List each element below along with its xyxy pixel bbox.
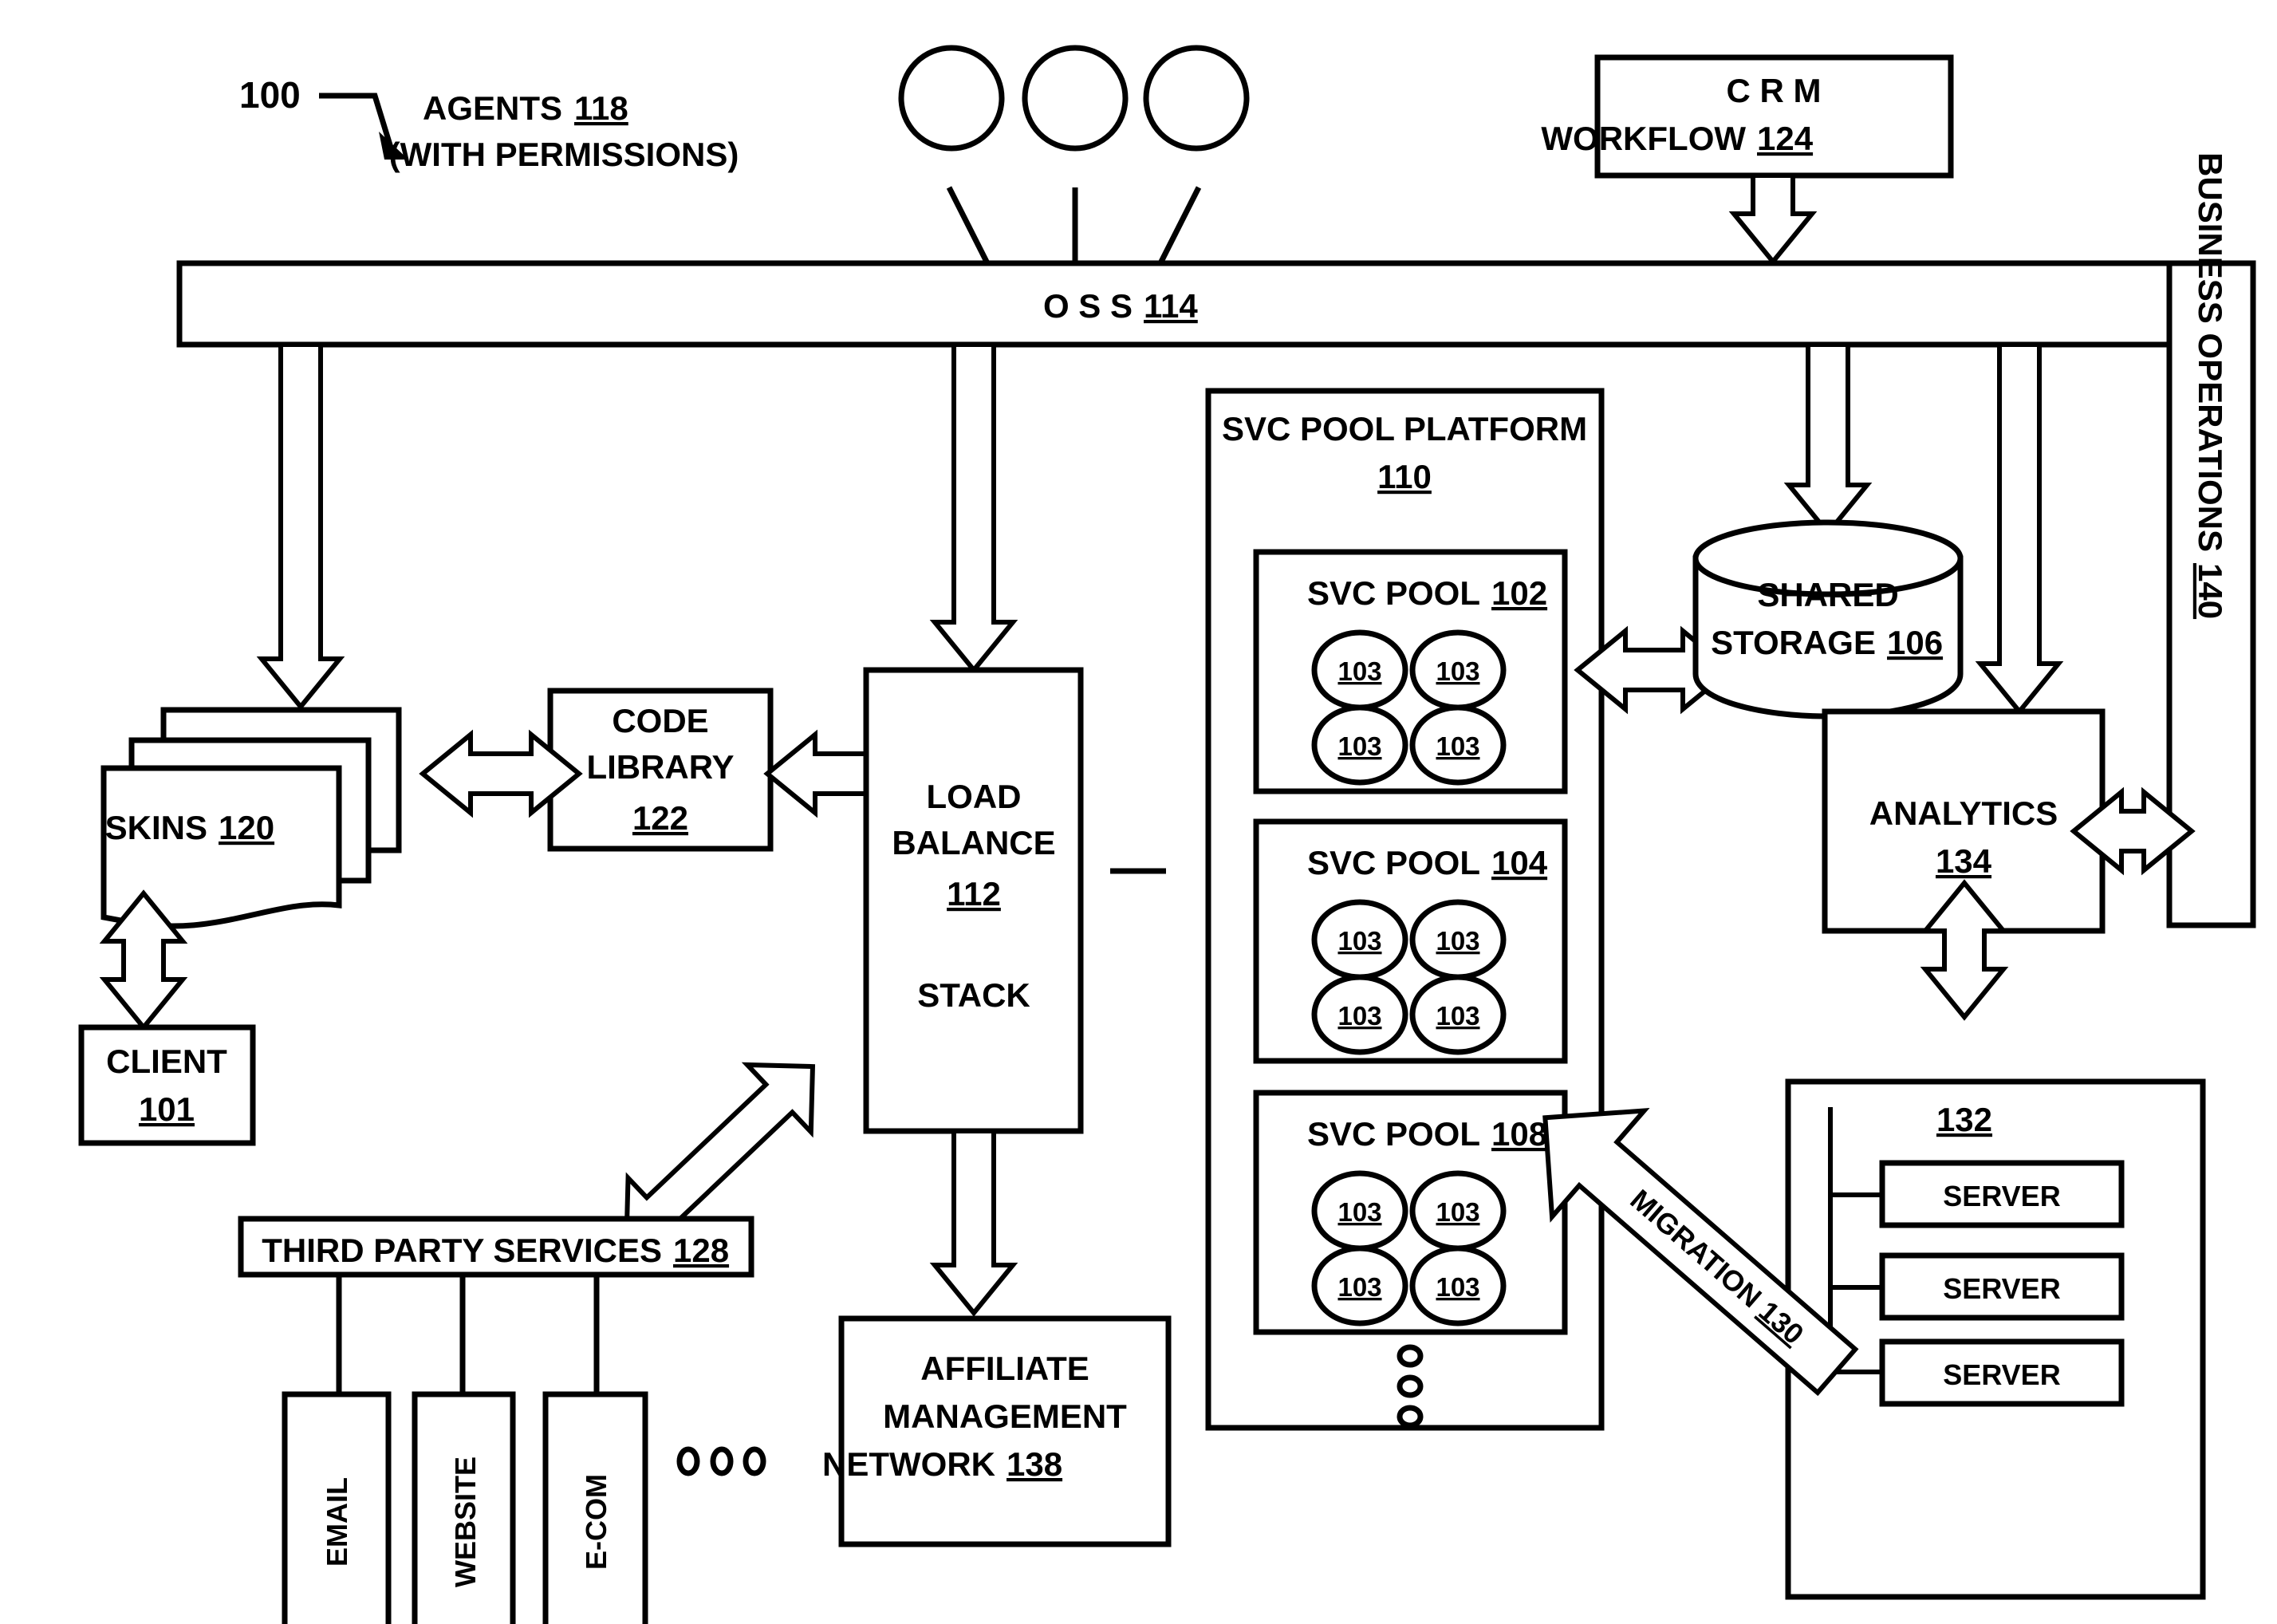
svc-node-label-1-0: 103 <box>1337 926 1381 956</box>
business-operations-ref: 140 <box>2192 563 2229 619</box>
oss-loadbalance-arrow <box>929 342 1018 674</box>
loadbalance-affiliate-arrow <box>929 1129 1018 1317</box>
affiliate-line2: MANAGEMENT <box>883 1397 1127 1435</box>
oss-storage-arrow <box>1783 342 1873 537</box>
agent-connector-3 <box>1157 186 1202 265</box>
agents-label-ref: 118 <box>574 89 628 127</box>
shared-storage-ref: 106 <box>1887 624 1943 661</box>
third-party-ellipsis-dot-1 <box>676 1446 700 1476</box>
oss-label: O S S <box>1043 287 1133 325</box>
load-balance-line3: STACK <box>917 976 1030 1014</box>
skins-ref: 120 <box>219 809 274 846</box>
crm-workflow-ref: 124 <box>1757 120 1814 157</box>
svc-pool-label-1: SVC POOL <box>1307 844 1480 881</box>
load-balance-line1: LOAD <box>927 778 1022 815</box>
crm-workflow-line2: WORKFLOW <box>1541 120 1746 157</box>
business-operations-text-group: BUSINESS OPERATIONS 140 <box>2192 152 2229 619</box>
client-ref: 101 <box>139 1090 195 1128</box>
svc-node-label-2-0: 103 <box>1337 1197 1381 1227</box>
svc-node-label-1-3: 103 <box>1436 1001 1479 1031</box>
agents-label-line2: (WITH PERMISSIONS) <box>389 136 739 173</box>
agents-label-line1: AGENTS <box>423 89 562 127</box>
migration-label: MIGRATION <box>1624 1183 1767 1314</box>
svc-node-label-0-0: 103 <box>1337 656 1381 686</box>
load-balance-line2: BALANCE <box>892 824 1055 861</box>
affiliate-ref: 138 <box>1007 1445 1062 1483</box>
third-party-ellipsis-dot-3 <box>743 1446 766 1476</box>
affiliate-line3: NETWORK <box>822 1445 995 1483</box>
diagram-canvas: 100 AGENTS 118 (WITH PERMISSIONS) C R M … <box>0 0 2277 1624</box>
oss-ref: 114 <box>1144 287 1198 325</box>
svc-pool-ref-0: 102 <box>1491 574 1547 612</box>
analytics-ref: 134 <box>1936 842 1992 880</box>
svc-node-label-2-3: 103 <box>1436 1272 1479 1302</box>
svc-node-label-2-2: 103 <box>1337 1272 1381 1302</box>
crm-oss-arrow <box>1728 173 1818 266</box>
svc-node-label-0-1: 103 <box>1436 656 1479 686</box>
figure-ref-leader <box>319 93 394 149</box>
shared-storage-line2: STORAGE <box>1711 624 1876 661</box>
server-label-1: SERVER <box>1943 1272 2060 1305</box>
server-label-2: SERVER <box>1943 1358 2060 1391</box>
code-library-line1: CODE <box>612 702 708 739</box>
third-party-ref: 128 <box>673 1232 729 1269</box>
oss-skins-arrow <box>256 342 345 711</box>
third-party-child-website-label: WEBSITE <box>449 1456 482 1587</box>
third-party-child-ecom-label: E-COM <box>580 1474 613 1570</box>
client-label: CLIENT <box>106 1043 227 1080</box>
code-library-line2: LIBRARY <box>586 748 734 786</box>
svc-node-label-1-1: 103 <box>1436 926 1479 956</box>
svc-pool-ellipsis-dot-1 <box>1397 1344 1424 1368</box>
migration-label-group: MIGRATION 130 <box>1624 1183 1810 1350</box>
third-party-child-email-label: EMAIL <box>321 1477 353 1567</box>
third-party-ellipsis-dot-2 <box>710 1446 734 1476</box>
svc-pool-label-2: SVC POOL <box>1307 1115 1480 1153</box>
svc-pool-ellipsis-dot-3 <box>1397 1405 1424 1429</box>
svc-pool-platform-line1: SVC POOL PLATFORM <box>1222 410 1587 447</box>
agent-circle-2[interactable] <box>1022 45 1129 152</box>
svc-node-label-2-1: 103 <box>1436 1197 1479 1227</box>
svc-pool-ref-2: 108 <box>1491 1115 1547 1153</box>
svc-pool-ellipsis-dot-2 <box>1397 1374 1424 1398</box>
agent-circle-3[interactable] <box>1143 45 1250 152</box>
oss-analytics-arrow <box>1975 342 2064 715</box>
agent-circle-1[interactable] <box>898 45 1005 152</box>
svc-pool-label-0: SVC POOL <box>1307 574 1480 612</box>
analytics-label: ANALYTICS <box>1869 794 2058 832</box>
agent-connector-1 <box>946 186 991 265</box>
system-architecture-svg: 100 AGENTS 118 (WITH PERMISSIONS) C R M … <box>78 45 2256 1624</box>
svc-node-label-0-3: 103 <box>1436 731 1479 761</box>
figure-ref-label: 100 <box>239 74 301 116</box>
shared-storage-line1: SHARED <box>1757 576 1898 613</box>
affiliate-line1: AFFILIATE <box>920 1350 1089 1387</box>
load-balance-ref: 112 <box>947 875 1001 913</box>
svc-node-label-0-2: 103 <box>1337 731 1381 761</box>
server-farm-ref: 132 <box>1936 1101 1992 1138</box>
crm-workflow-line1: C R M <box>1727 72 1822 109</box>
third-party-label: THIRD PARTY SERVICES <box>262 1232 662 1269</box>
skins-label: SKINS <box>105 809 207 846</box>
svc-node-label-1-2: 103 <box>1337 1001 1381 1031</box>
svc-pool-platform-ref: 110 <box>1377 458 1432 495</box>
server-label-0: SERVER <box>1943 1180 2060 1212</box>
svc-pool-ref-1: 104 <box>1491 844 1548 881</box>
code-library-ref: 122 <box>632 799 688 837</box>
business-operations-label: BUSINESS OPERATIONS <box>2192 152 2229 552</box>
